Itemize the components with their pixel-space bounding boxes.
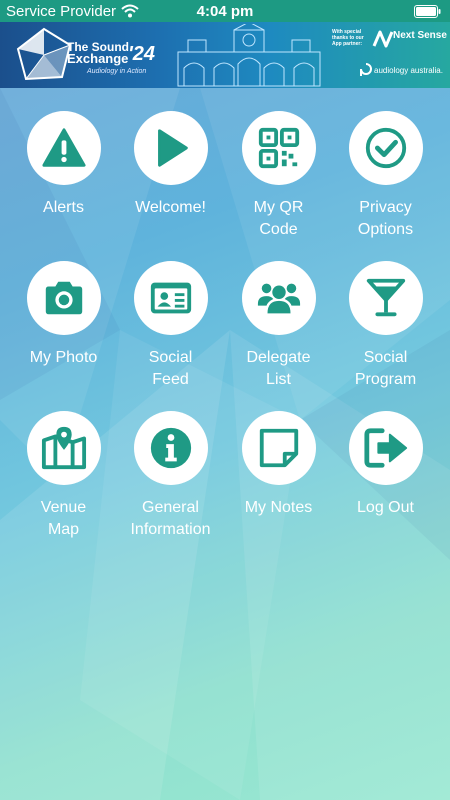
tile-circle	[241, 261, 316, 335]
tile-label: Welcome!	[135, 199, 206, 216]
tile-circle	[241, 111, 316, 185]
map-icon	[41, 426, 86, 470]
tile-circle	[348, 411, 423, 485]
tile-label: Alerts	[43, 199, 84, 216]
tile-label: General Information	[130, 499, 211, 538]
tile-delegate-list[interactable]: Delegate List	[225, 261, 332, 391]
camera-icon	[45, 281, 82, 315]
sticky-note-icon	[259, 428, 298, 468]
tile-label: Social Feed	[148, 349, 193, 388]
users-icon	[257, 283, 300, 314]
tile-welcome[interactable]: Welcome!	[117, 111, 224, 219]
tile-label: Log Out	[357, 499, 414, 516]
tile-label: My Notes	[244, 499, 313, 516]
tile-venue-map[interactable]: Venue Map	[10, 411, 117, 541]
tile-label: My Photo	[29, 349, 98, 366]
tile-log-out[interactable]: Log Out	[332, 411, 439, 519]
play-icon	[157, 129, 188, 167]
tile-circle	[348, 111, 423, 185]
tile-label: Venue Map	[40, 499, 87, 538]
menu-grid: Alerts Welcome! My QR Code Privacy Optio…	[0, 0, 450, 800]
qr-code-icon	[258, 127, 299, 169]
tile-circle	[26, 411, 101, 485]
warning-icon	[41, 128, 86, 167]
tile-general-information[interactable]: General Information	[117, 411, 224, 541]
tile-social-feed[interactable]: Social Feed	[117, 261, 224, 391]
tile-circle	[241, 411, 316, 485]
tile-social-program[interactable]: Social Program	[332, 261, 439, 391]
logout-icon	[363, 428, 407, 468]
tile-circle	[26, 111, 101, 185]
tile-privacy-options[interactable]: Privacy Options	[332, 111, 439, 241]
tile-label: My QR Code	[253, 199, 304, 238]
tile-label: Privacy Options	[357, 199, 414, 238]
tile-label: Social Program	[354, 349, 417, 388]
info-icon	[150, 427, 191, 469]
tile-my-photo[interactable]: My Photo	[10, 261, 117, 369]
tile-my-qr-code[interactable]: My QR Code	[225, 111, 332, 241]
tile-circle	[26, 261, 101, 335]
tile-circle	[133, 111, 208, 185]
check-circle-icon	[365, 127, 406, 169]
tile-alerts[interactable]: Alerts	[10, 111, 117, 219]
tile-label: Delegate List	[246, 349, 311, 388]
tile-circle	[133, 261, 208, 335]
id-card-icon	[150, 282, 191, 314]
tile-my-notes[interactable]: My Notes	[225, 411, 332, 519]
tile-circle	[133, 411, 208, 485]
cocktail-icon	[366, 278, 405, 317]
tile-circle	[348, 261, 423, 335]
